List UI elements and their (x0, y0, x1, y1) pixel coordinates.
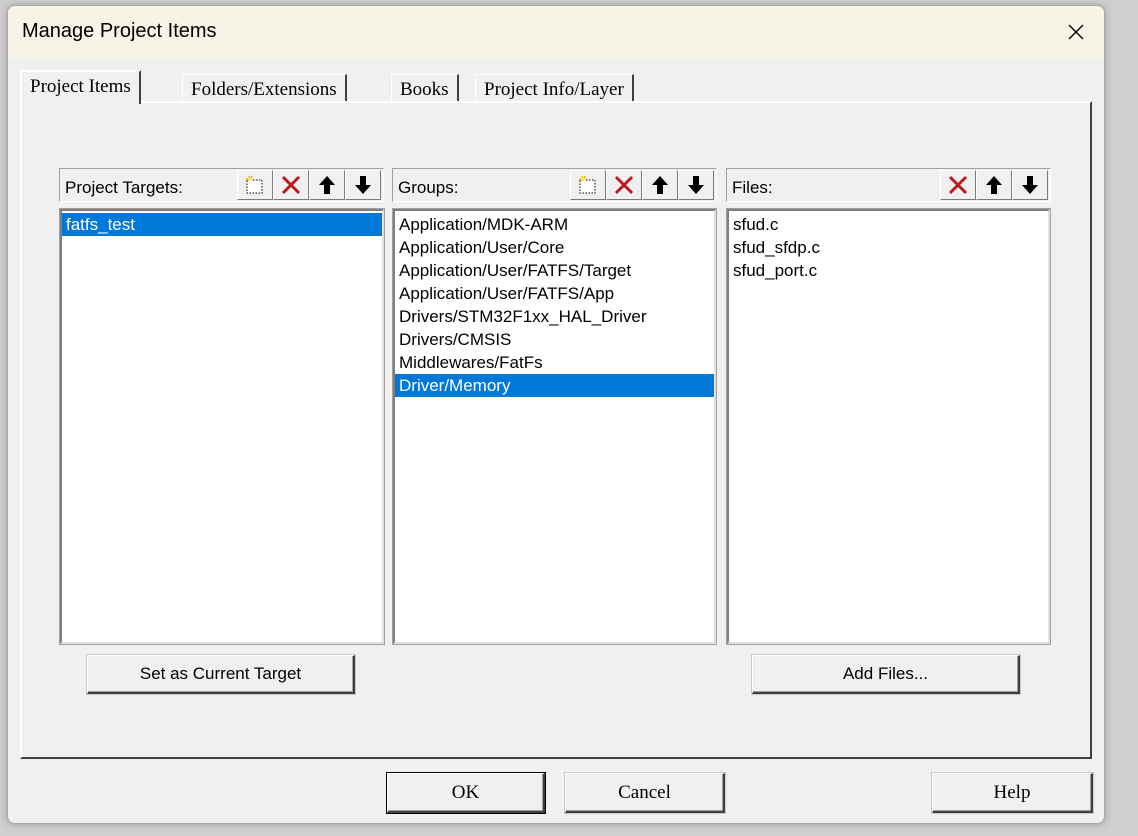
list-item[interactable]: sfud_port.c (729, 259, 1048, 282)
list-item[interactable]: sfud_sfdp.c (729, 236, 1048, 259)
tab-label: Project Info/Layer (484, 79, 624, 100)
list-item[interactable]: Application/User/FATFS/App (395, 282, 714, 305)
help-button[interactable]: Help (932, 773, 1093, 813)
cancel-button[interactable]: Cancel (565, 773, 725, 813)
move-file-up-button[interactable] (976, 170, 1012, 200)
title-bar: Manage Project Items (8, 6, 1104, 58)
move-target-down-button[interactable] (345, 170, 381, 200)
move-up-icon (319, 176, 335, 194)
move-up-icon (986, 176, 1002, 194)
project-targets-label: Project Targets: (65, 178, 183, 197)
window-title: Manage Project Items (22, 20, 217, 42)
button-label: OK (451, 781, 480, 803)
move-down-icon (355, 176, 371, 194)
delete-icon (948, 175, 968, 195)
list-item[interactable]: Drivers/CMSIS (395, 328, 714, 351)
groups-list[interactable]: Application/MDK-ARM Application/User/Cor… (392, 208, 717, 645)
delete-icon (281, 175, 301, 195)
ok-button[interactable]: OK (386, 772, 546, 814)
list-item[interactable]: Driver/Memory (395, 374, 714, 397)
list-item[interactable]: Middlewares/FatFs (395, 351, 714, 374)
move-group-down-button[interactable] (678, 170, 714, 200)
button-label: Add Files... (842, 664, 929, 683)
move-down-icon (688, 176, 704, 194)
groups-toolbar (570, 170, 714, 200)
close-icon (1068, 24, 1084, 40)
move-file-down-button[interactable] (1012, 170, 1048, 200)
move-group-up-button[interactable] (642, 170, 678, 200)
files-list[interactable]: sfud.c sfud_sfdp.c sfud_port.c (726, 208, 1051, 645)
files-header: Files: (726, 168, 1051, 202)
list-item[interactable]: Application/User/FATFS/Target (395, 259, 714, 282)
project-targets-header: Project Targets: (59, 168, 384, 202)
set-current-target-button[interactable]: Set as Current Target (87, 655, 355, 694)
close-button[interactable] (1048, 6, 1104, 58)
tab-label: Folders/Extensions (191, 79, 337, 100)
add-files-button[interactable]: Add Files... (752, 655, 1020, 694)
new-target-button[interactable] (237, 170, 273, 200)
new-group-button[interactable] (570, 170, 606, 200)
list-item[interactable]: Drivers/STM32F1xx_HAL_Driver (395, 305, 714, 328)
groups-header: Groups: (392, 168, 717, 202)
move-down-icon (1022, 176, 1038, 194)
tab-books[interactable]: Books (391, 74, 459, 104)
list-item[interactable]: sfud.c (729, 213, 1048, 236)
move-up-icon (652, 176, 668, 194)
move-target-up-button[interactable] (309, 170, 345, 200)
groups-label: Groups: (398, 178, 459, 197)
tab-project-info-layer[interactable]: Project Info/Layer (475, 74, 634, 104)
delete-icon (614, 175, 634, 195)
new-item-icon (245, 175, 263, 194)
button-label: Help (993, 781, 1031, 803)
files-toolbar (940, 170, 1048, 200)
delete-file-button[interactable] (940, 170, 976, 200)
new-item-icon (578, 175, 596, 194)
list-item[interactable]: Application/MDK-ARM (395, 213, 714, 236)
targets-toolbar (237, 170, 381, 200)
project-targets-list[interactable]: fatfs_test (59, 208, 385, 645)
tab-label: Books (400, 79, 449, 100)
files-label: Files: (732, 178, 773, 197)
tab-project-items[interactable]: Project Items (20, 70, 141, 104)
list-item[interactable]: Application/User/Core (395, 236, 714, 259)
tab-folders-extensions[interactable]: Folders/Extensions (182, 74, 347, 104)
list-item[interactable]: fatfs_test (62, 213, 382, 236)
tab-label: Project Items (30, 76, 131, 97)
delete-group-button[interactable] (606, 170, 642, 200)
delete-target-button[interactable] (273, 170, 309, 200)
button-label: Set as Current Target (139, 664, 302, 683)
button-label: Cancel (618, 781, 671, 803)
manage-project-items-dialog: Manage Project Items Project Items Folde… (7, 5, 1105, 824)
